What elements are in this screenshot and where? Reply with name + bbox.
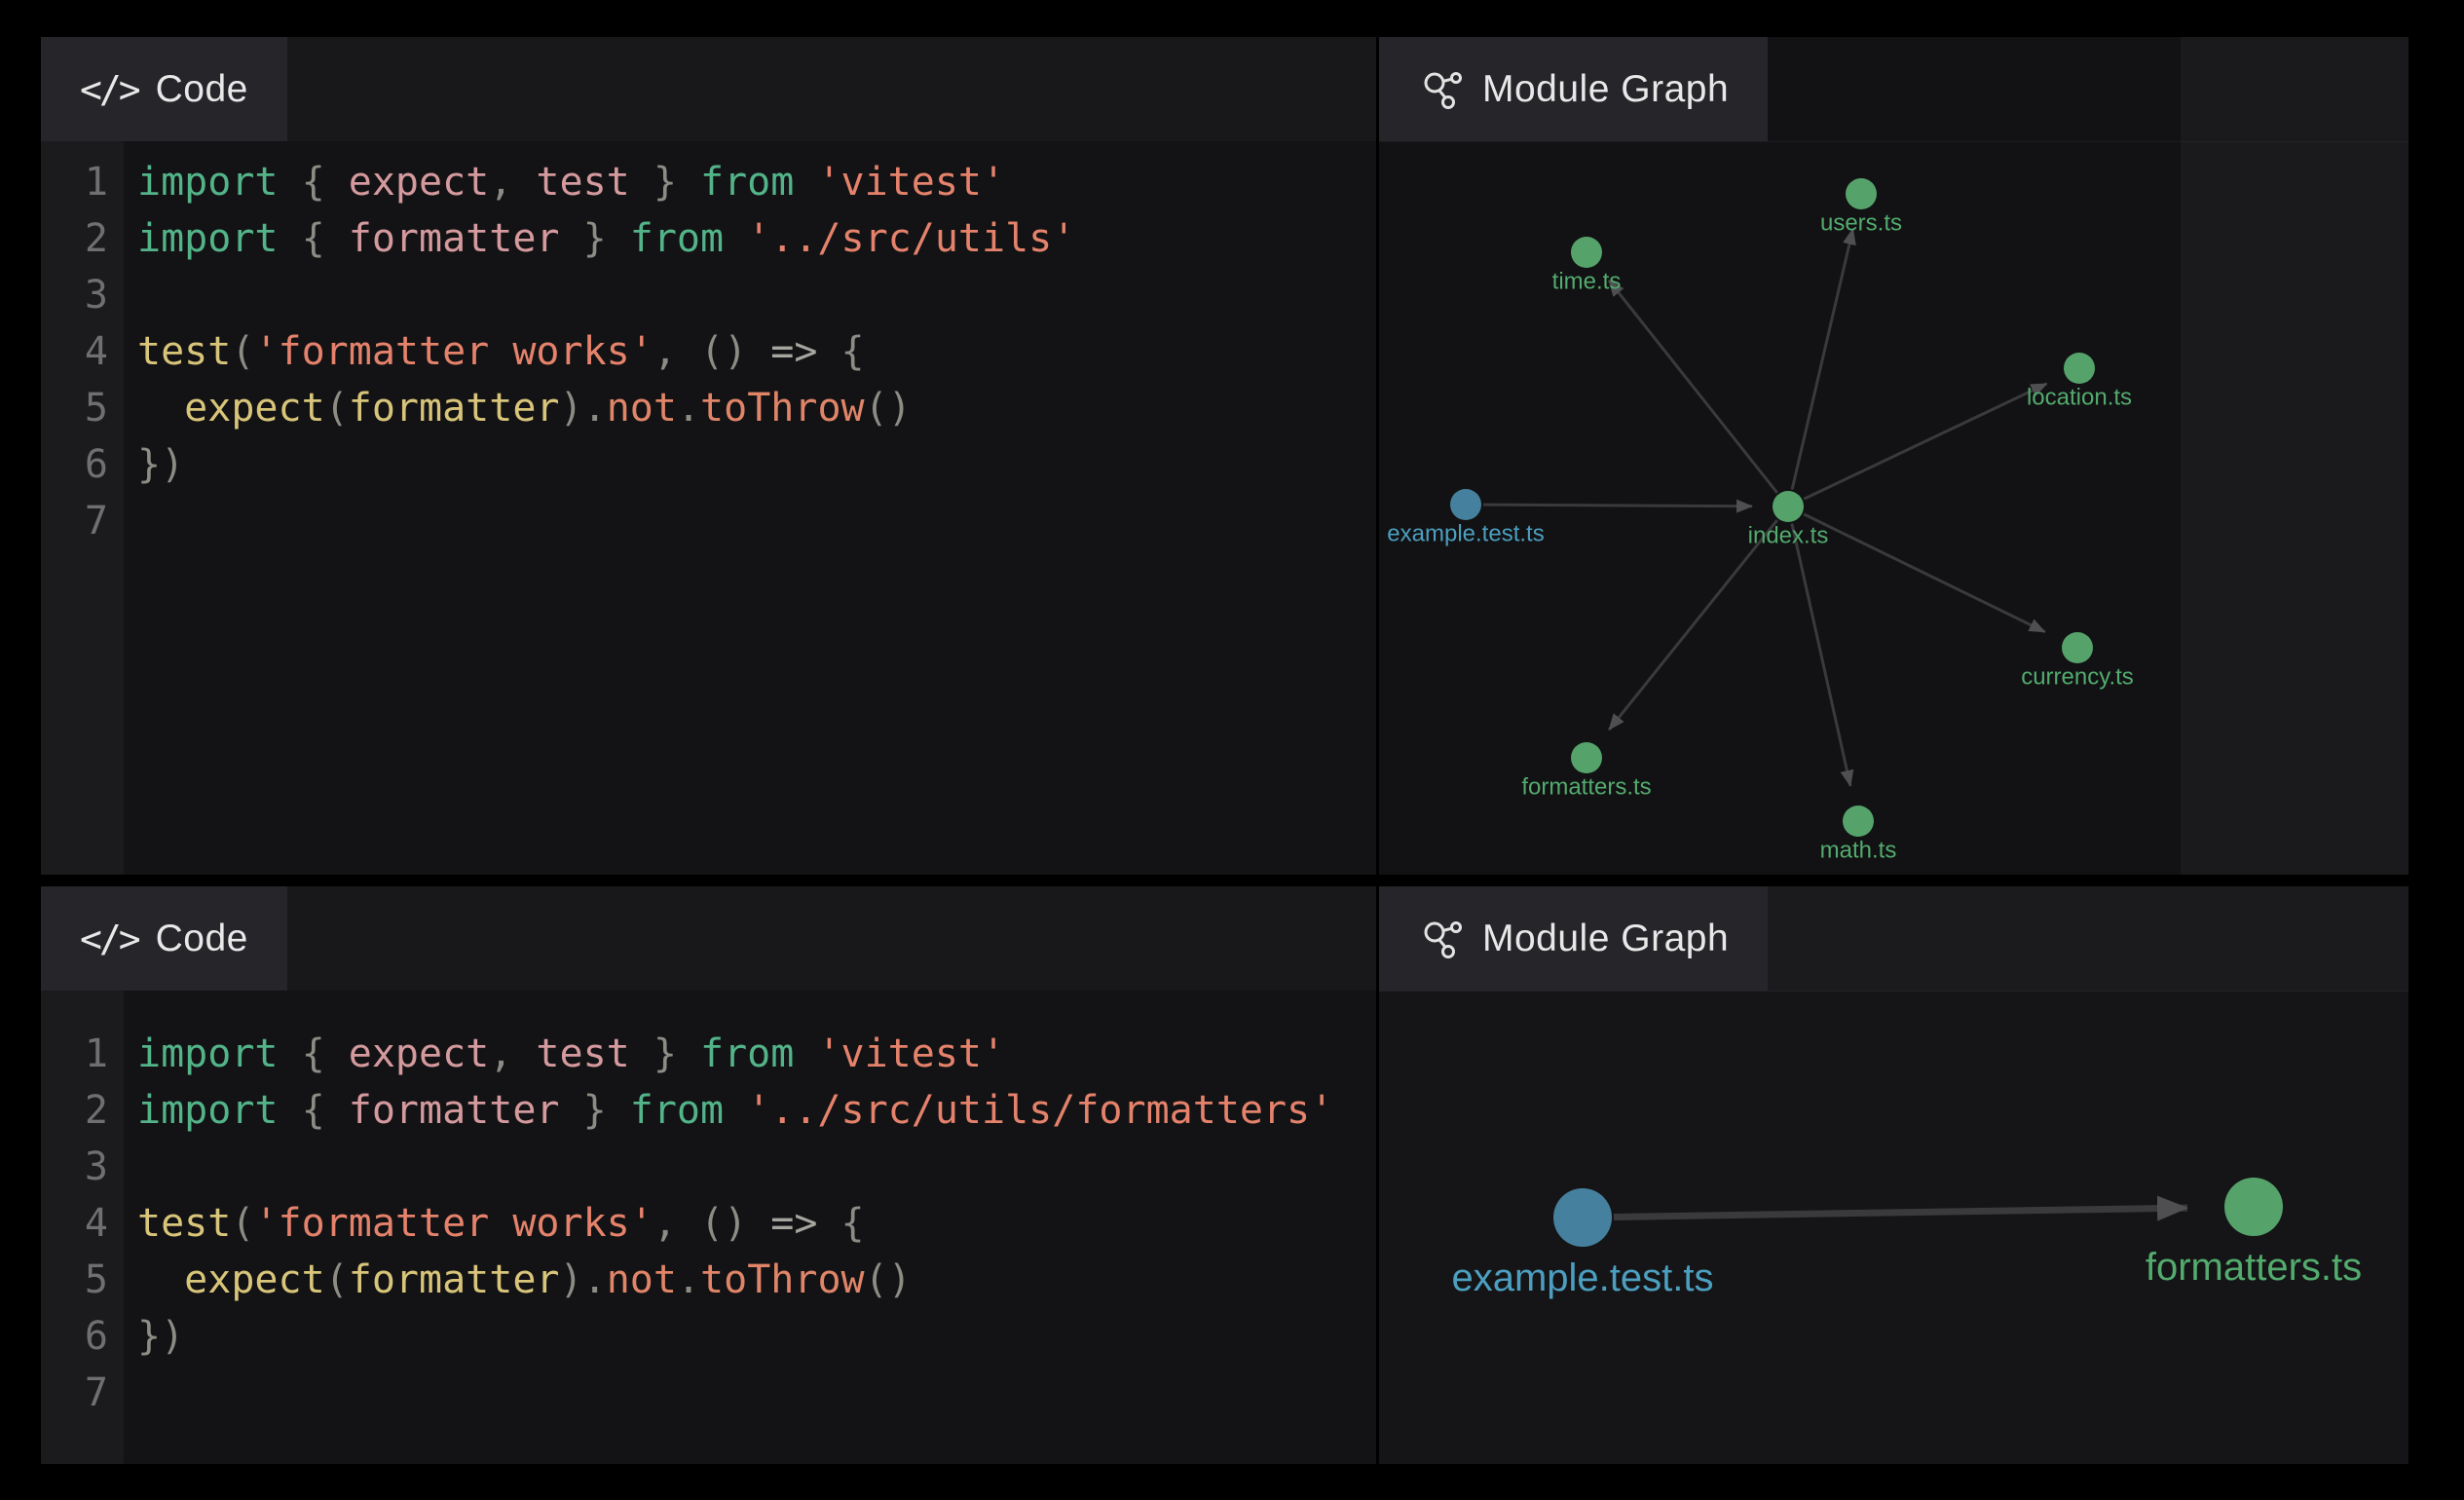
line-number: 1 [41, 1026, 124, 1082]
graph-node-label-time: time.ts [1552, 269, 1622, 295]
code-line: 2import { formatter } from '../src/utils… [41, 1082, 1376, 1139]
code-line: 3 [41, 1139, 1376, 1195]
tab-module-graph-bottom[interactable]: Module Graph [1379, 886, 1768, 991]
graph-node-label-formatters: formatters.ts [1521, 774, 1651, 801]
code-line: 5 expect(formatter).not.toThrow() [41, 1252, 1376, 1308]
code-line-text: import { expect, test } from 'vitest' [124, 154, 1005, 210]
code-line-text [124, 1139, 137, 1195]
code-line-text: import { expect, test } from 'vitest' [124, 1026, 1005, 1082]
line-number: 2 [41, 1082, 124, 1139]
graph-node-currency[interactable] [2062, 632, 2093, 663]
code-panel-top: </> Code 1import { expect, test } from '… [41, 37, 1376, 875]
tab-module-graph-label: Module Graph [1482, 68, 1729, 111]
module-graph-icon [1418, 66, 1465, 113]
code-line: 6}) [41, 1308, 1376, 1365]
code-line-text: test('formatter works', () => { [124, 1195, 865, 1252]
code-line: 5 expect(formatter).not.toThrow() [41, 380, 1376, 436]
graph-node-label-example: example.test.ts [1451, 1256, 1713, 1299]
code-line: 2import { formatter } from '../src/utils… [41, 210, 1376, 267]
code-line: 6}) [41, 436, 1376, 493]
line-number: 4 [41, 323, 124, 380]
graph-node-example[interactable] [1553, 1188, 1612, 1247]
code-content-top: 1import { expect, test } from 'vitest'2i… [41, 141, 1376, 549]
graph-node-label-example: example.test.ts [1387, 521, 1544, 547]
graph-edge-index-formatters [1609, 520, 1777, 730]
line-number: 6 [41, 436, 124, 493]
graph-node-label-index: index.ts [1748, 523, 1829, 549]
code-line-text: import { formatter } from '../src/utils' [124, 210, 1075, 267]
screenshot-root: </> Code 1import { expect, test } from '… [0, 0, 2464, 1500]
code-panel-top-header: </> Code [41, 37, 1376, 141]
line-number: 3 [41, 267, 124, 323]
graph-node-label-formatters: formatters.ts [2146, 1246, 2362, 1289]
module-graph-top-header: Module Graph [1379, 37, 2408, 142]
graph-node-label-users: users.ts [1820, 210, 1902, 237]
graph-node-index[interactable] [1773, 491, 1804, 522]
line-number: 5 [41, 1252, 124, 1308]
tab-code-label: Code [156, 68, 248, 111]
graph-node-label-math: math.ts [1820, 838, 1897, 864]
tab-code-top[interactable]: </> Code [41, 37, 287, 141]
code-editor-top: 1import { expect, test } from 'vitest'2i… [41, 141, 1376, 875]
module-graph-bottom-header: Module Graph [1379, 886, 2408, 992]
module-graph-panel-top: Module Graph users.ts time.ts location.ts e… [1379, 37, 2408, 875]
code-line-text: }) [124, 436, 184, 493]
tab-module-graph-top[interactable]: Module Graph [1379, 37, 1768, 141]
code-line-text [124, 267, 137, 323]
graph-node-label-currency: currency.ts [2021, 664, 2134, 691]
line-number: 3 [41, 1139, 124, 1195]
graph-node-users[interactable] [1846, 178, 1877, 209]
tab-code-label: Code [156, 918, 248, 960]
graph-node-formatters[interactable] [2224, 1178, 2283, 1236]
graph-edge-example-formatters [1614, 1208, 2187, 1217]
code-line-text: }) [124, 1308, 184, 1365]
code-line-text: import { formatter } from '../src/utils/… [124, 1082, 1333, 1139]
code-line: 1import { expect, test } from 'vitest' [41, 154, 1376, 210]
graph-edge-index-math [1792, 524, 1850, 786]
graph-node-example[interactable] [1450, 489, 1481, 520]
tab-module-graph-label: Module Graph [1482, 918, 1729, 960]
code-line: 4test('formatter works', () => { [41, 1195, 1376, 1252]
line-number: 5 [41, 380, 124, 436]
module-graph-bottom: example.test.ts formatters.ts [1379, 991, 2408, 1464]
code-line-text [124, 493, 137, 549]
graph-edge-index-users [1792, 229, 1852, 489]
graph-node-math[interactable] [1843, 806, 1874, 837]
line-number: 4 [41, 1195, 124, 1252]
graph-edge-index-time [1609, 281, 1777, 493]
code-line-text: expect(formatter).not.toThrow() [124, 380, 912, 436]
module-graph-icon [1418, 916, 1465, 962]
code-editor-bottom: 1import { expect, test } from 'vitest'2i… [41, 991, 1376, 1464]
code-line: 3 [41, 267, 1376, 323]
graph-node-label-location: location.ts [2027, 385, 2132, 411]
graph-node-location[interactable] [2064, 353, 2095, 384]
module-graph-panel-bottom: Module Graph example.test.ts formatters.t… [1379, 886, 2408, 1464]
tab-code-bottom[interactable]: </> Code [41, 886, 287, 991]
line-number: 6 [41, 1308, 124, 1365]
code-line-text: test('formatter works', () => { [124, 323, 865, 380]
code-icon: </> [80, 68, 138, 111]
code-line: 7 [41, 493, 1376, 549]
code-line: 1import { expect, test } from 'vitest' [41, 1026, 1376, 1082]
code-line: 7 [41, 1365, 1376, 1421]
line-number: 1 [41, 154, 124, 210]
graph-node-time[interactable] [1571, 237, 1602, 268]
code-line: 4test('formatter works', () => { [41, 323, 1376, 380]
graph-node-formatters[interactable] [1571, 742, 1602, 773]
code-panel-bottom: </> Code 1import { expect, test } from '… [41, 886, 1376, 1464]
code-panel-bottom-header: </> Code [41, 886, 1376, 991]
graph-edge-index-currency [1804, 514, 2045, 632]
code-line-text: expect(formatter).not.toThrow() [124, 1252, 912, 1308]
graph-edge-index-location [1804, 384, 2046, 499]
line-number: 7 [41, 493, 124, 549]
code-content-bottom: 1import { expect, test } from 'vitest'2i… [41, 991, 1376, 1421]
line-number: 7 [41, 1365, 124, 1421]
graph-edge-example-index [1483, 505, 1752, 506]
line-number: 2 [41, 210, 124, 267]
code-line-text [124, 1365, 137, 1421]
code-icon: </> [80, 918, 138, 960]
module-graph-top: users.ts time.ts location.ts example.test.t… [1379, 141, 2408, 875]
